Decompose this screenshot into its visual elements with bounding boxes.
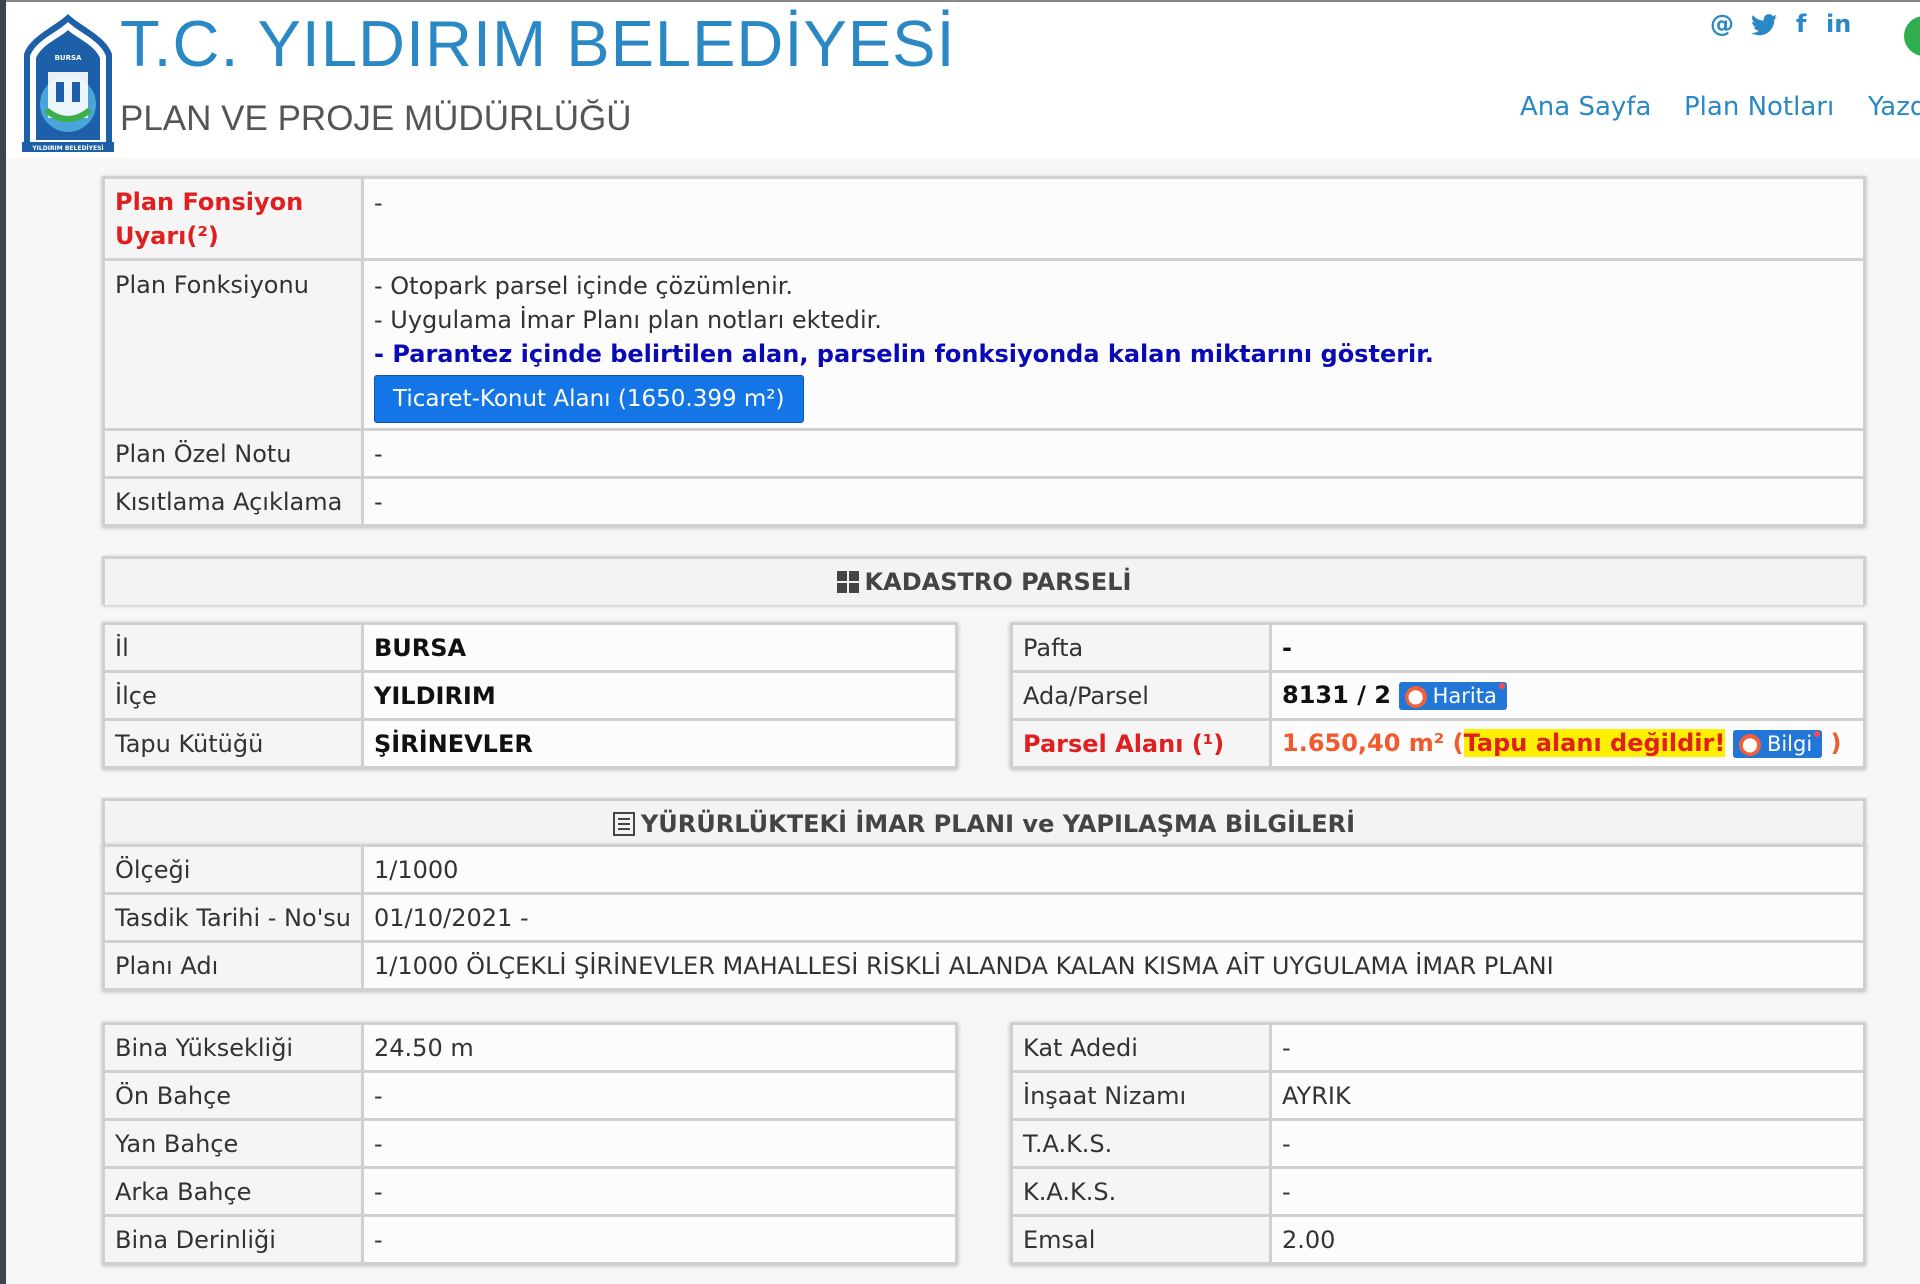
arka-bahce-value: - bbox=[361, 1166, 958, 1217]
ada-parsel-cell: 8131 / 2 ⬤ Harita bbox=[1269, 670, 1866, 721]
whatsapp-icon[interactable] bbox=[1904, 16, 1920, 56]
nav-yazdir[interactable]: Yazd bbox=[1868, 92, 1920, 122]
plan-warning-value: - bbox=[361, 176, 1866, 261]
parsel-alani-open-paren: ( bbox=[1444, 729, 1464, 757]
restriction-value: - bbox=[361, 476, 1866, 527]
ada-parsel-label: Ada/Parsel bbox=[1010, 670, 1272, 721]
bilgi-button[interactable]: ⬤ Bilgi bbox=[1732, 730, 1823, 758]
ada-parsel-value: 8131 / 2 bbox=[1282, 681, 1391, 709]
parsel-alani-value: 1.650,40 m² bbox=[1282, 729, 1445, 757]
plan-function-line-3: - Parantez içinde belirtilen alan, parse… bbox=[374, 340, 1434, 368]
building-right-table: Kat Adedi - İnşaat Nizamı AYRIK T.A.K.S. - … bbox=[1010, 1022, 1866, 1265]
emsal-value: 2.00 bbox=[1269, 1214, 1866, 1265]
document-list-icon bbox=[612, 812, 635, 836]
pafta-label: Pafta bbox=[1010, 622, 1272, 673]
logo-text-top: BURSA bbox=[55, 54, 82, 62]
cadastre-right-table: Pafta - Ada/Parsel 8131 / 2 ⬤ Harita Pars… bbox=[1010, 622, 1866, 769]
cadastre-header-text: KADASTRO PARSELİ bbox=[864, 568, 1132, 596]
site-subtitle: PLAN VE PROJE MÜDÜRLÜĞÜ bbox=[120, 99, 632, 138]
tapu-label: Tapu Kütüğü bbox=[102, 718, 364, 769]
email-icon[interactable]: @ bbox=[1710, 10, 1734, 38]
site-title[interactable]: T.C. YILDIRIM BELEDİYESİ bbox=[120, 6, 956, 81]
facebook-icon[interactable]: f bbox=[1796, 10, 1806, 38]
harita-button[interactable]: ⬤ Harita bbox=[1398, 682, 1507, 710]
pafta-value: - bbox=[1269, 622, 1866, 673]
parsel-alani-label: Parsel Alanı (¹) bbox=[1010, 718, 1272, 769]
zoning-table: Ölçeği 1/1000 Tasdik Tarihi - No'su 01/1… bbox=[101, 844, 1866, 991]
kaks-value: - bbox=[1269, 1166, 1866, 1217]
zoning-header-text: YÜRÜRLÜKTEKİ İMAR PLANI ve YAPILAŞMA BİL… bbox=[640, 810, 1356, 838]
il-label: İl bbox=[102, 622, 364, 673]
olcek-value: 1/1000 bbox=[361, 844, 1866, 895]
taks-value: - bbox=[1269, 1118, 1866, 1169]
zoning-section-header: YÜRÜRLÜKTEKİ İMAR PLANI ve YAPILAŞMA BİL… bbox=[102, 798, 1866, 847]
yan-bahce-value: - bbox=[361, 1118, 958, 1169]
insaat-nizami-label: İnşaat Nizamı bbox=[1010, 1070, 1272, 1121]
il-value: BURSA bbox=[361, 622, 958, 673]
yan-bahce-label: Yan Bahçe bbox=[102, 1118, 364, 1169]
kat-adedi-label: Kat Adedi bbox=[1010, 1022, 1272, 1073]
tasdik-value: 01/10/2021 - bbox=[361, 892, 1866, 943]
site-header: BURSA YILDIRIM BELEDİYESİ T.C. YILDIRIM … bbox=[6, 0, 1920, 158]
cadastre-left-table: İl BURSA İlçe YILDIRIM Tapu Kütüğü ŞİRİN… bbox=[102, 622, 958, 769]
window-frame-edge bbox=[0, 0, 6, 1284]
kaks-label: K.A.K.S. bbox=[1010, 1166, 1272, 1217]
olcek-label: Ölçeği bbox=[101, 844, 365, 895]
on-bahce-value: - bbox=[361, 1070, 958, 1121]
twitter-icon[interactable] bbox=[1751, 14, 1777, 36]
bina-derinligi-value: - bbox=[361, 1214, 958, 1265]
plan-function-label: Plan Fonksiyonu bbox=[102, 258, 364, 431]
parsel-alani-cell: 1.650,40 m² (Tapu alanı değildir! ⬤ Bilgi… bbox=[1269, 718, 1866, 769]
building-left-table: Bina Yüksekliği 24.50 m Ön Bahçe - Yan Bah… bbox=[102, 1022, 958, 1265]
parsel-alani-close-paren: ) bbox=[1822, 729, 1842, 757]
plan-special-note-value: - bbox=[361, 428, 1866, 479]
ticaret-konut-button[interactable]: Ticaret-Konut Alanı (1650.399 m²) bbox=[374, 375, 804, 423]
ilce-label: İlçe bbox=[102, 670, 364, 721]
plan-function-line-1: - Otopark parsel içinde çözümlenir. bbox=[374, 272, 794, 300]
arka-bahce-label: Arka Bahçe bbox=[102, 1166, 364, 1217]
plan-info-table: Plan Fonsiyon Uyarı(²) - Plan Fonksiyonu… bbox=[102, 176, 1866, 527]
municipality-logo[interactable]: BURSA YILDIRIM BELEDİYESİ bbox=[16, 12, 120, 152]
bina-yuksekligi-value: 24.50 m bbox=[361, 1022, 958, 1073]
on-bahce-label: Ön Bahçe bbox=[102, 1070, 364, 1121]
restriction-label: Kısıtlama Açıklama bbox=[102, 476, 364, 527]
bilgi-button-label: Bilgi bbox=[1766, 732, 1813, 756]
nav-ana-sayfa[interactable]: Ana Sayfa bbox=[1520, 92, 1651, 122]
tasdik-label: Tasdik Tarihi - No'su bbox=[101, 892, 365, 943]
tapu-value: ŞİRİNEVLER bbox=[361, 718, 958, 769]
emsal-label: Emsal bbox=[1010, 1214, 1272, 1265]
bina-derinligi-label: Bina Derinliği bbox=[102, 1214, 364, 1265]
harita-button-label: Harita bbox=[1432, 684, 1497, 708]
linkedin-icon[interactable]: in bbox=[1826, 10, 1851, 38]
kat-adedi-value: - bbox=[1269, 1022, 1866, 1073]
info-pin-icon: ⬤ bbox=[1738, 734, 1761, 756]
taks-label: T.A.K.S. bbox=[1010, 1118, 1272, 1169]
tapu-warning: Tapu alanı değildir! bbox=[1463, 729, 1726, 757]
cadastre-section-header: KADASTRO PARSELİ bbox=[102, 556, 1866, 605]
nav-plan-notlari[interactable]: Plan Notları bbox=[1684, 92, 1834, 122]
plan-special-note-label: Plan Özel Notu bbox=[102, 428, 364, 479]
bina-yuksekligi-label: Bina Yüksekliği bbox=[102, 1022, 364, 1073]
grid-icon bbox=[836, 571, 859, 593]
map-pin-icon: ⬤ bbox=[1404, 686, 1427, 708]
logo-text-bottom: YILDIRIM BELEDİYESİ bbox=[31, 145, 103, 152]
plan-function-line-2: - Uygulama İmar Planı plan notları ekted… bbox=[374, 306, 882, 334]
plan-adi-label: Planı Adı bbox=[101, 940, 365, 991]
plan-warning-label: Plan Fonsiyon Uyarı(²) bbox=[102, 176, 364, 261]
ilce-value: YILDIRIM bbox=[361, 670, 958, 721]
plan-function-value: - Otopark parsel içinde çözümlenir. - Uy… bbox=[361, 258, 1866, 431]
plan-adi-value: 1/1000 ÖLÇEKLİ ŞİRİNEVLER MAHALLESİ RİSK… bbox=[361, 940, 1866, 991]
insaat-nizami-value: AYRIK bbox=[1269, 1070, 1866, 1121]
